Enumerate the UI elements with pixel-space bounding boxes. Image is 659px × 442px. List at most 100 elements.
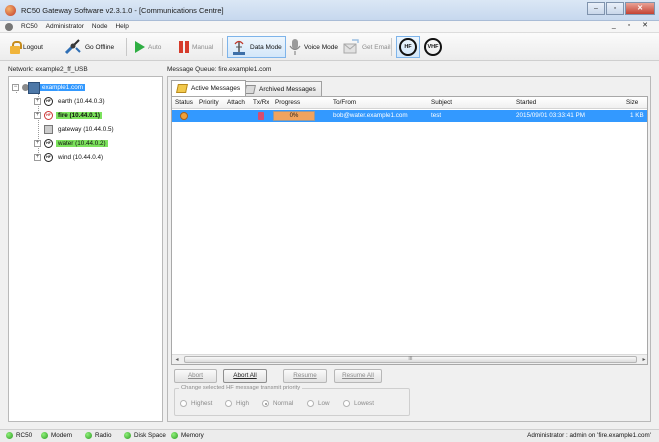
auto-button[interactable]: Auto: [131, 36, 165, 58]
hf-radio-icon: HF: [399, 38, 417, 56]
menu-help[interactable]: Help: [115, 23, 128, 30]
expand-icon[interactable]: +: [34, 97, 41, 105]
scroll-right-icon[interactable]: ▸: [639, 355, 647, 364]
expand-icon[interactable]: +: [34, 111, 41, 119]
voice-mode-button[interactable]: Voice Mode: [285, 36, 342, 58]
tree-node-root-label: example1.com: [40, 83, 85, 91]
priority-high-label: High: [236, 400, 249, 407]
minimize-button[interactable]: –: [587, 2, 605, 15]
logout-label: Logout: [23, 43, 43, 51]
radio-dot: [343, 400, 350, 407]
resume-button[interactable]: Resume: [283, 369, 327, 383]
radio-dot: [307, 400, 314, 407]
tree-node-root[interactable]: − example1.com: [12, 81, 85, 94]
logout-button[interactable]: Logout: [6, 36, 47, 58]
status-modem: Modem: [41, 432, 72, 439]
column-txrx[interactable]: Tx/Rx: [253, 97, 269, 109]
pause-icon: [179, 41, 189, 53]
collapse-icon[interactable]: −: [12, 83, 19, 91]
priority-high-radio[interactable]: High: [225, 400, 249, 407]
priority-highest-radio[interactable]: Highest: [180, 400, 212, 407]
hf-button[interactable]: HF: [396, 36, 420, 58]
tree-node-fire[interactable]: + HF fire (10.44.0.1): [34, 109, 103, 121]
status-led-icon: [124, 432, 131, 439]
network-tree: − example1.com + HF earth (10.44.0.3) + …: [8, 76, 163, 422]
row-size: 1 KB: [630, 112, 644, 119]
vhf-button[interactable]: VHF: [421, 36, 445, 58]
go-offline-label: Go Offline: [85, 43, 115, 51]
maximize-button[interactable]: ▫: [606, 2, 624, 15]
node-radio-icon: HF: [44, 152, 53, 162]
node-radio-icon: HF: [44, 110, 53, 120]
horizontal-scrollbar[interactable]: ◂ III ▸: [172, 354, 647, 364]
node-radio-icon: HF: [44, 138, 53, 148]
menu-bar: RC50 Administrator Node Help _ ▫ ✕: [0, 21, 659, 33]
tree-node-gateway[interactable]: gateway (10.44.0.5): [44, 123, 116, 135]
scroll-left-icon[interactable]: ◂: [172, 355, 182, 364]
resume-all-button[interactable]: Resume All: [334, 369, 382, 383]
tree-node-wind[interactable]: + HF wind (10.44.0.4): [34, 151, 105, 163]
network-icon: [22, 81, 40, 94]
grid-header: Status Priority Attach Tx/Rx Progress To…: [172, 97, 647, 109]
column-priority[interactable]: Priority: [199, 97, 219, 109]
abort-all-button[interactable]: Abort All: [223, 369, 267, 383]
menu-administrator[interactable]: Administrator: [46, 23, 84, 30]
menu-rc50[interactable]: RC50: [21, 23, 38, 30]
column-attach[interactable]: Attach: [227, 97, 245, 109]
tree-node-wind-label: wind (10.44.0.4): [58, 153, 104, 161]
toolbar-separator: [126, 38, 127, 56]
menu-node[interactable]: Node: [92, 23, 108, 30]
tree-node-water[interactable]: + HF water (10.44.0.2): [34, 137, 108, 149]
tab-archived-messages[interactable]: Archived Messages: [239, 81, 322, 96]
messages-grid: Status Priority Attach Tx/Rx Progress To…: [171, 96, 648, 365]
expand-icon[interactable]: +: [34, 139, 41, 147]
tab-active-messages[interactable]: Active Messages: [171, 80, 247, 96]
close-button[interactable]: ✕: [625, 2, 655, 15]
status-disk-space-label: Disk Space: [134, 432, 166, 439]
tree-node-gateway-label: gateway (10.44.0.5): [58, 125, 114, 133]
system-menu-icon[interactable]: [5, 22, 13, 31]
column-to-from[interactable]: To/From: [333, 97, 356, 109]
go-offline-button[interactable]: Go Offline: [60, 36, 118, 58]
tab-archived-messages-label: Archived Messages: [259, 85, 316, 93]
lock-icon: [10, 40, 22, 54]
status-led-icon: [171, 432, 178, 439]
column-started[interactable]: Started: [516, 97, 536, 109]
status-radio: Radio: [85, 432, 111, 439]
column-progress[interactable]: Progress: [275, 97, 300, 109]
status-radio-label: Radio: [95, 432, 112, 439]
priority-lowest-radio[interactable]: Lowest: [343, 400, 374, 407]
toolbar-separator: [222, 38, 223, 56]
priority-low-radio[interactable]: Low: [307, 400, 330, 407]
get-email-button[interactable]: Get Email: [339, 36, 395, 58]
status-modem-label: Modem: [51, 432, 72, 439]
radio-dot: [180, 400, 187, 407]
window-controls: – ▫ ✕: [586, 2, 655, 15]
progress-bar: 0%: [273, 111, 315, 121]
play-icon: [135, 41, 145, 53]
node-radio-icon: HF: [44, 96, 53, 106]
tree-node-water-label: water (10.44.0.2): [56, 139, 108, 147]
queue-label: Message Queue: fire.example1.com: [167, 66, 272, 73]
priority-normal-radio[interactable]: Normal: [262, 400, 293, 407]
tree-node-earth[interactable]: + HF earth (10.44.0.3): [34, 95, 107, 107]
message-queue-panel: Active Messages Archived Messages Status…: [167, 76, 651, 422]
column-status[interactable]: Status: [175, 97, 193, 109]
status-memory-label: Memory: [181, 432, 204, 439]
toolbar: Logout Go Offline Auto Manual Data Mode: [0, 33, 659, 61]
status-memory: Memory: [171, 432, 204, 439]
abort-button[interactable]: Abort: [174, 369, 217, 383]
data-mode-button[interactable]: Data Mode: [227, 36, 286, 58]
column-subject[interactable]: Subject: [431, 97, 452, 109]
tree-node-earth-label: earth (10.44.0.3): [58, 97, 105, 105]
email-icon: [343, 39, 359, 54]
window-title: RC50 Gateway Software v2.3.1.0 - [Commun…: [21, 5, 224, 15]
mdi-controls[interactable]: _ ▫ ✕: [612, 21, 653, 29]
expand-icon[interactable]: +: [34, 153, 41, 161]
radio-dot: [225, 400, 232, 407]
network-label: Network: example2_ff_USB: [8, 66, 88, 73]
column-size[interactable]: Size: [626, 97, 638, 109]
manual-button[interactable]: Manual: [175, 36, 217, 58]
table-row[interactable]: 0% bob@water.example1.com test 2015/09/0…: [172, 110, 647, 122]
scroll-thumb[interactable]: III: [184, 356, 637, 363]
